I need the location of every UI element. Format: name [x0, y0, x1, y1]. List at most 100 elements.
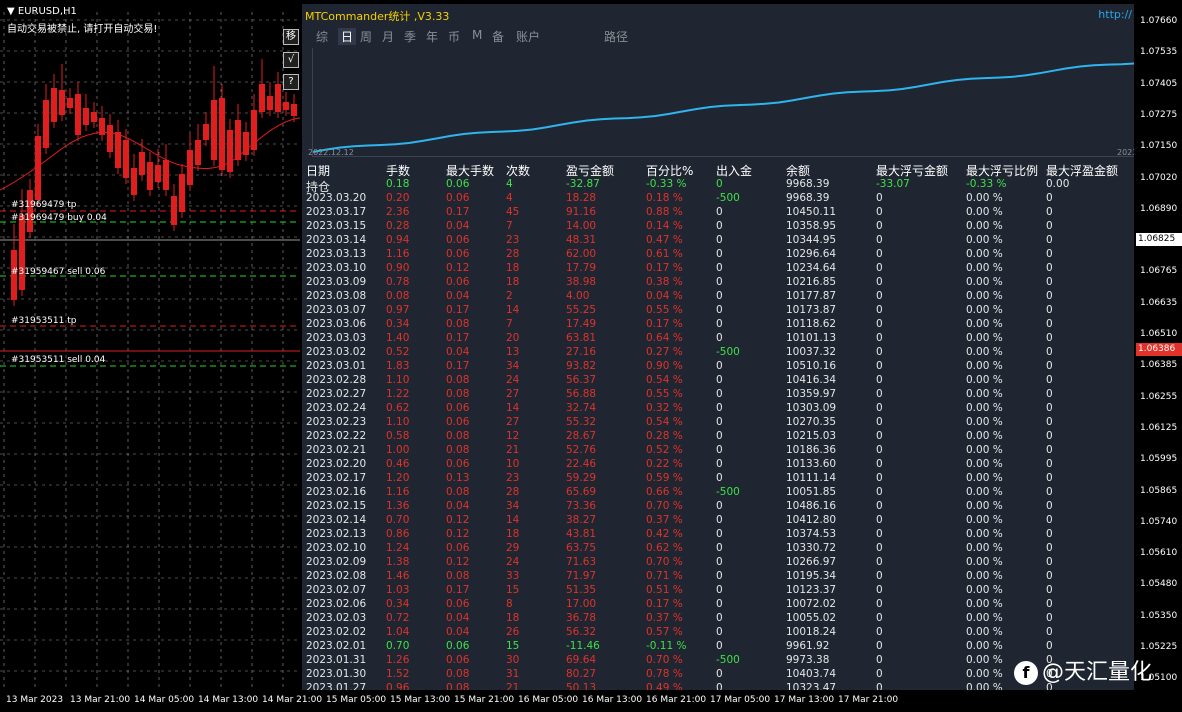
cell: 10037.32 — [786, 346, 837, 358]
cell: 0.55 % — [646, 388, 683, 400]
table-row[interactable]: 2023.03.06 0.34 0.08 7 17.49 0.17 % 0 10118.62 0… — [302, 318, 1134, 332]
tab-7[interactable]: M — [472, 28, 482, 42]
tab-10[interactable]: 路径 — [604, 28, 628, 45]
tab-6[interactable]: 币 — [448, 28, 460, 45]
table-row[interactable]: 2023.02.06 0.34 0.06 8 17.00 0.17 % 0 10072.02 0… — [302, 598, 1134, 612]
table-row[interactable]: 2023.03.08 0.08 0.04 2 4.00 0.04 % 0 10177.87 0 0… — [302, 290, 1134, 304]
cell: 0.00 % — [966, 528, 1003, 540]
tab-8[interactable]: 备 — [492, 28, 504, 45]
table-row[interactable]: 2023.03.01 1.83 0.17 34 93.82 0.90 % 0 10510.16… — [302, 360, 1134, 374]
equity-curve — [312, 48, 1134, 157]
current-price-tag: 1.06825 — [1136, 233, 1182, 246]
table-row[interactable]: 2023.02.15 1.36 0.04 34 73.36 0.70 % 0 10486.16… — [302, 500, 1134, 514]
table-row[interactable]: 2023.01.27 0.96 0.08 21 50.13 0.49 % 0 10323.47… — [302, 682, 1134, 690]
cell: 0.00 % — [966, 276, 1003, 288]
cell: 0 — [1046, 416, 1053, 428]
table-row[interactable]: 2023.02.13 0.86 0.12 18 43.81 0.42 % 0 10374.53… — [302, 528, 1134, 542]
table-row[interactable]: 2023.03.14 0.94 0.06 23 48.31 0.47 % 0 10344.95… — [302, 234, 1134, 248]
cell: 0.00 % — [966, 598, 1003, 610]
table-row[interactable]: 2023.02.28 1.10 0.08 24 56.37 0.54 % 0 10416.34… — [302, 374, 1134, 388]
tab-4[interactable]: 季 — [404, 28, 416, 45]
tab-9[interactable]: 账户 — [516, 28, 540, 45]
cell: 0 — [876, 584, 883, 596]
time-tick: 16 Mar 21:00 — [646, 695, 707, 705]
cell: 0.17 — [446, 584, 470, 596]
cell: 0 — [716, 416, 723, 428]
candle-body — [139, 152, 145, 175]
candle-body — [219, 98, 225, 170]
candle-body — [131, 168, 137, 195]
cell: 0.00 % — [966, 584, 1003, 596]
table-row[interactable]: 2023.03.15 0.28 0.04 7 14.00 0.14 % 0 10358.95 0… — [302, 220, 1134, 234]
tab-3[interactable]: 月 — [382, 28, 394, 45]
candle-body — [75, 94, 81, 135]
table-row[interactable]: 2023.02.20 0.46 0.06 10 22.46 0.22 % 0 10133.60… — [302, 458, 1134, 472]
cell: 0.12 — [446, 556, 470, 568]
cell: 10486.16 — [786, 500, 837, 512]
cell: 0.04 — [446, 500, 470, 512]
table-row[interactable]: 2023.03.10 0.90 0.12 18 17.79 0.17 % 0 10234.64… — [302, 262, 1134, 276]
table-row[interactable]: 2023.02.02 1.04 0.04 26 56.32 0.57 % 0 10018.24… — [302, 626, 1134, 640]
table-row[interactable]: 2023.02.17 1.20 0.13 23 59.29 0.59 % 0 10111.14… — [302, 472, 1134, 486]
cell: 0 — [1046, 220, 1053, 232]
table-row[interactable]: 2023.02.22 0.58 0.08 12 28.67 0.28 % 0 10215.03… — [302, 430, 1134, 444]
cell: 0.17 % — [646, 598, 683, 610]
cell: 0.71 % — [646, 570, 683, 582]
cell: 0 — [876, 220, 883, 232]
cell: -0.33 % — [966, 178, 1007, 190]
table-row[interactable]: 2023.02.24 0.62 0.06 14 32.74 0.32 % 0 10303.09… — [302, 402, 1134, 416]
cell: 7 — [506, 318, 513, 330]
table-row[interactable]: 2023.02.23 1.10 0.06 27 55.32 0.54 % 0 10270.35… — [302, 416, 1134, 430]
cell: 10018.24 — [786, 626, 837, 638]
table-row[interactable]: 2023.03.09 0.78 0.06 18 38.98 0.38 % 0 10216.85… — [302, 276, 1134, 290]
table-row[interactable]: 2023.02.08 1.46 0.08 33 71.97 0.71 % 0 10195.34… — [302, 570, 1134, 584]
cell: 0 — [1046, 444, 1053, 456]
cell: 20 — [506, 332, 520, 344]
cell: 0.17 % — [646, 318, 683, 330]
tab-1[interactable]: 日 — [338, 28, 357, 45]
cell: 1.10 — [386, 374, 410, 386]
tab-5[interactable]: 年 — [426, 28, 438, 45]
tab-0[interactable]: 综 — [316, 28, 328, 45]
cell: 17.00 — [566, 598, 597, 610]
table-row[interactable]: 2023.02.10 1.24 0.06 29 63.75 0.62 % 0 10330.72… — [302, 542, 1134, 556]
tab-2[interactable]: 周 — [360, 28, 372, 45]
cell: 0.18 — [386, 178, 410, 190]
cell: 0.00 % — [966, 374, 1003, 386]
holding-row[interactable]: 持仓 0.18 0.06 4 -32.87 -0.33 % 0 9968.39 -33.07 -0… — [302, 178, 1134, 194]
panel-url[interactable]: http:// — [1098, 8, 1132, 21]
cell: 55.32 — [566, 416, 597, 428]
table-row[interactable]: 2023.02.21 1.00 0.08 21 52.76 0.52 % 0 10186.36… — [302, 444, 1134, 458]
cell: 0 — [876, 360, 883, 372]
cell: 0 — [1046, 290, 1053, 302]
cell: -0.33 % — [646, 178, 687, 190]
table-row[interactable]: 2023.01.30 1.52 0.08 31 80.27 0.78 % 0 10403.74… — [302, 668, 1134, 682]
cell: 0 — [716, 472, 723, 484]
table-row[interactable]: 2023.03.17 2.36 0.17 45 91.16 0.88 % 0 10450.11… — [302, 206, 1134, 220]
table-row[interactable]: 2023.02.01 0.70 0.06 15 -11.46 -0.11 % 0 9961.9… — [302, 640, 1134, 654]
cell: 0 — [716, 598, 723, 610]
cell: 10173.87 — [786, 304, 837, 316]
table-row[interactable]: 2023.03.13 1.16 0.06 28 62.00 0.61 % 0 10296.64… — [302, 248, 1134, 262]
cell: 15 — [506, 584, 520, 596]
panel-title: MTCommander统计 ,V3.33 — [305, 10, 450, 23]
cell: 0.00 % — [966, 332, 1003, 344]
cell: 9961.92 — [786, 640, 830, 652]
price-tick: 1.06385 — [1140, 360, 1178, 371]
table-row[interactable]: 2023.03.02 0.52 0.04 13 27.16 0.27 % -500 10037… — [302, 346, 1134, 360]
time-tick: 15 Mar 21:00 — [454, 695, 515, 705]
table-row[interactable]: 2023.03.07 0.97 0.17 14 55.25 0.55 % 0 10173.87… — [302, 304, 1134, 318]
table-row[interactable]: 2023.02.14 0.70 0.12 14 38.27 0.37 % 0 10412.80… — [302, 514, 1134, 528]
table-row[interactable]: 2023.02.27 1.22 0.08 27 56.88 0.55 % 0 10359.97… — [302, 388, 1134, 402]
cell: 10510.16 — [786, 360, 837, 372]
table-row[interactable]: 2023.03.20 0.20 0.06 4 18.28 0.18 % -500 9968.3… — [302, 192, 1134, 206]
table-row[interactable]: 2023.02.16 1.16 0.08 28 65.69 0.66 % -500 10051… — [302, 486, 1134, 500]
cell: 0.72 — [386, 612, 410, 624]
cell: 30 — [506, 654, 520, 666]
table-row[interactable]: 2023.02.07 1.03 0.17 15 51.35 0.51 % 0 10123.37… — [302, 584, 1134, 598]
table-row[interactable]: 2023.02.09 1.38 0.12 24 71.63 0.70 % 0 10266.97… — [302, 556, 1134, 570]
table-row[interactable]: 2023.02.03 0.72 0.04 18 36.78 0.37 % 0 10055.02… — [302, 612, 1134, 626]
table-row[interactable]: 2023.03.03 1.40 0.17 20 63.81 0.64 % 0 10101.13… — [302, 332, 1134, 346]
cell: 0 — [716, 332, 723, 344]
table-row[interactable]: 2023.01.31 1.26 0.06 30 69.64 0.70 % -500 9973.… — [302, 654, 1134, 668]
